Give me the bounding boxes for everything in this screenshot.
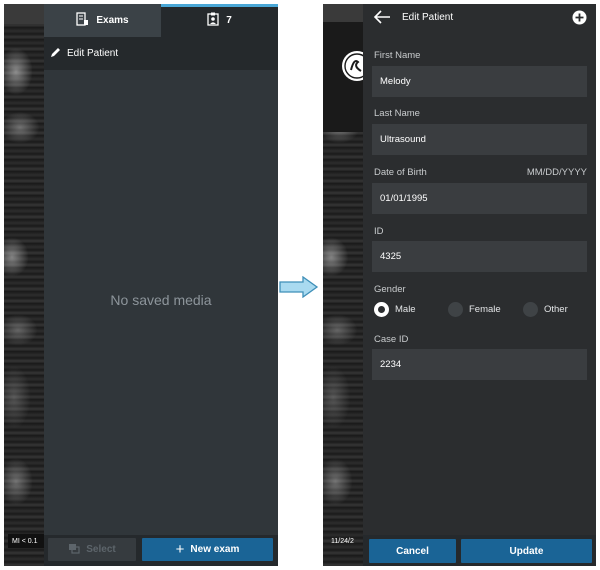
mi-readout-text: MI < 0.1	[12, 538, 38, 545]
page-title: Edit Patient	[402, 12, 454, 23]
active-tab-indicator	[161, 4, 278, 7]
new-exam-button[interactable]: + New exam	[142, 538, 273, 561]
first-name-label: First Name	[374, 50, 421, 61]
edit-patient-label: Edit Patient	[67, 48, 119, 59]
id-field[interactable]: 4325	[372, 241, 587, 272]
gender-option-label: Male	[395, 304, 416, 315]
exam-date-text: 11/24/2	[331, 538, 354, 545]
exam-list-icon	[76, 12, 89, 29]
radio-selected-icon	[374, 302, 389, 317]
edit-patient-header: Edit Patient	[363, 4, 596, 32]
edit-action-bar: Cancel Update	[363, 535, 596, 566]
dob-format-hint: MM/DD/YYYY	[526, 167, 587, 178]
plus-icon: +	[175, 541, 185, 558]
case-id-label: Case ID	[374, 334, 409, 345]
radio-unselected-icon	[448, 302, 463, 317]
dob-field[interactable]: 01/01/1995	[372, 183, 587, 214]
last-name-field[interactable]: Ultrasound	[372, 124, 587, 155]
id-label: ID	[374, 226, 384, 237]
tab-bar: Exams 7	[44, 4, 278, 37]
gender-option-female[interactable]: Female	[448, 302, 501, 317]
edit-patient-link[interactable]: Edit Patient	[44, 37, 278, 70]
radio-unselected-icon	[523, 302, 538, 317]
last-name-label: Last Name	[374, 108, 420, 119]
gender-radio-group: Male Female Other	[374, 302, 589, 320]
add-circle-icon[interactable]	[572, 10, 587, 30]
pencil-icon	[50, 47, 61, 61]
gender-option-label: Female	[469, 304, 501, 315]
back-arrow-icon[interactable]	[373, 9, 391, 30]
select-button[interactable]: Select	[48, 538, 136, 561]
dob-label: Date of Birth	[374, 167, 427, 178]
select-media-icon	[68, 543, 80, 557]
case-id-field[interactable]: 2234	[372, 349, 587, 380]
select-button-label: Select	[86, 544, 116, 555]
gender-option-male[interactable]: Male	[374, 302, 416, 317]
gender-option-label: Other	[544, 304, 568, 315]
new-exam-label: New exam	[190, 544, 240, 555]
exam-panel: Exams 7 Edit Patient No saved media Sele…	[44, 4, 278, 566]
gender-label: Gender	[374, 284, 406, 295]
cancel-button[interactable]: Cancel	[369, 539, 456, 563]
tab-exams[interactable]: Exams	[44, 4, 161, 37]
edit-patient-panel: Edit Patient First Name Melody Last Name…	[363, 4, 596, 566]
exam-action-bar: Select + New exam	[44, 535, 278, 566]
status-strip-left	[4, 4, 44, 24]
first-name-field[interactable]: Melody	[372, 66, 587, 97]
tab-exams-label: Exams	[96, 15, 129, 26]
clipboard-patient-icon	[207, 12, 219, 29]
tab-patient-count-label: 7	[226, 15, 232, 26]
update-button[interactable]: Update	[461, 539, 592, 563]
gender-option-other[interactable]: Other	[523, 302, 568, 317]
tab-patient-count[interactable]: 7	[161, 4, 278, 37]
status-strip-right	[323, 4, 364, 22]
ultrasound-image-left	[4, 4, 44, 566]
empty-media-message: No saved media	[110, 292, 212, 308]
flow-arrow-icon	[279, 276, 319, 298]
